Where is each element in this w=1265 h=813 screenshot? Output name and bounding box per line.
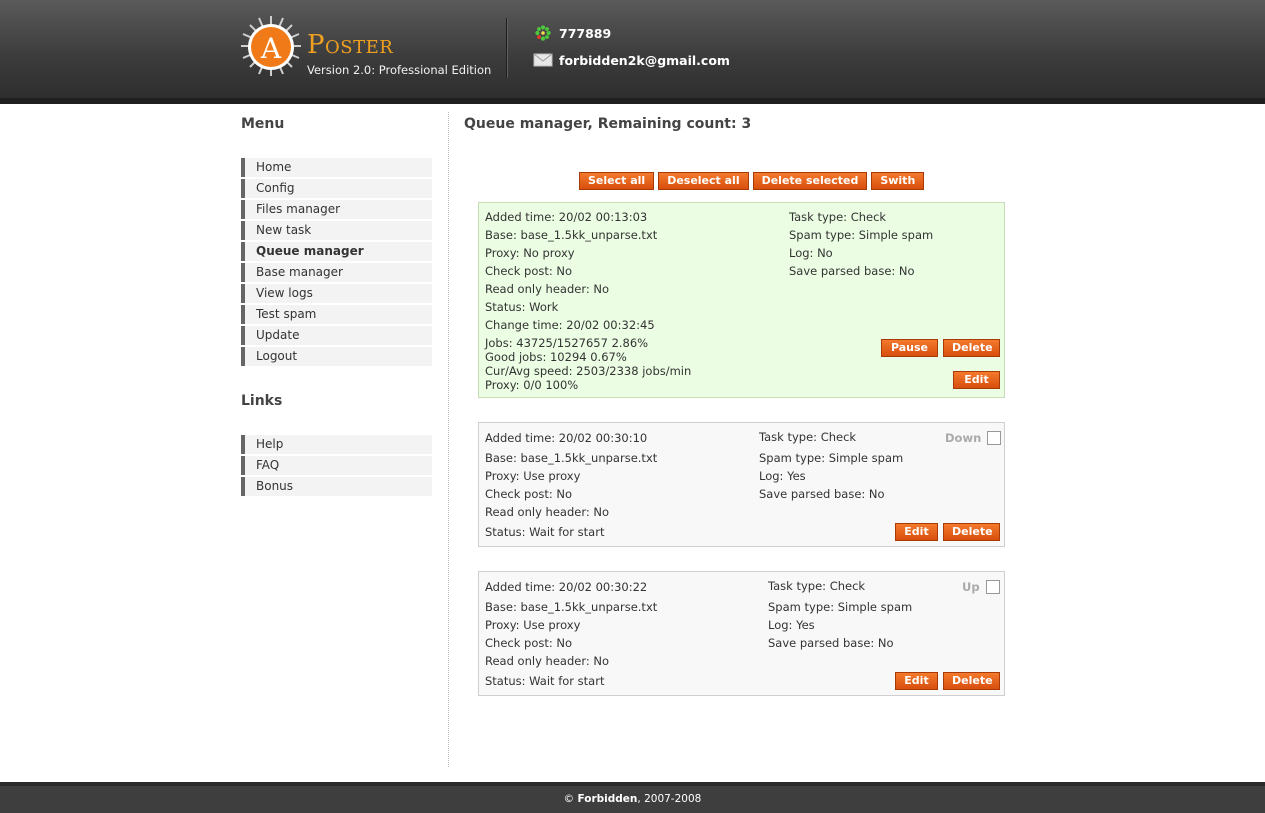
copyright-symbol: © xyxy=(563,793,575,805)
move-down-checkbox[interactable] xyxy=(987,431,1002,445)
footer-years: , 2007-2008 xyxy=(637,793,702,805)
task-log: Log: No xyxy=(789,246,833,260)
task-save-parsed: Save parsed base: No xyxy=(768,636,894,650)
logo-word: Poster xyxy=(307,30,394,60)
menu-item-config[interactable]: Config xyxy=(241,179,432,198)
task-status: Status: Work xyxy=(485,300,559,314)
email-address[interactable]: forbidden2k@gmail.com xyxy=(559,53,730,68)
menu-item-view-logs[interactable]: View logs xyxy=(241,284,432,303)
link-help[interactable]: Help xyxy=(241,435,432,454)
menu-item-test-spam[interactable]: Test spam xyxy=(241,305,432,324)
select-all-button[interactable]: Select all xyxy=(579,172,655,190)
task-card: Added time: 20/02 00:13:03 Base: base_1.… xyxy=(478,202,1005,398)
task-base: Base: base_1.5kk_unparse.txt xyxy=(485,600,658,614)
icq-flower-icon xyxy=(535,25,551,41)
task-spam-type: Spam type: Simple spam xyxy=(759,451,904,465)
queue-toolbar: Select all Deselect all Delete selected … xyxy=(579,172,925,190)
menu-item-new-task[interactable]: New task xyxy=(241,221,432,240)
delete-button[interactable]: Delete xyxy=(943,339,1000,357)
task-added-time: Added time: 20/02 00:13:03 xyxy=(485,210,648,224)
version-text: Version 2.0: Professional Edition xyxy=(307,63,492,77)
task-added-time: Added time: 20/02 00:30:22 xyxy=(485,580,648,594)
task-proxy: Proxy: No proxy xyxy=(485,246,575,260)
delete-button[interactable]: Delete xyxy=(943,672,1000,690)
task-base: Base: base_1.5kk_unparse.txt xyxy=(485,451,658,465)
edit-button[interactable]: Edit xyxy=(895,523,938,541)
deselect-all-button[interactable]: Deselect all xyxy=(658,172,749,190)
logo-letter: A xyxy=(260,32,282,65)
task-good-jobs: Good jobs: 10294 0.67% xyxy=(485,350,627,364)
task-type: Task type: Check xyxy=(768,579,866,593)
task-proxy-stat: Proxy: 0/0 100% xyxy=(485,378,579,392)
sun-logo-icon: A xyxy=(241,16,301,76)
task-type: Task type: Check xyxy=(789,210,887,224)
task-speed: Cur/Avg speed: 2503/2338 jobs/min xyxy=(485,364,692,378)
swith-button[interactable]: Swith xyxy=(871,172,925,190)
task-status: Status: Wait for start xyxy=(485,674,605,688)
task-spam-type: Spam type: Simple spam xyxy=(768,600,913,614)
task-jobs: Jobs: 43725/1527657 2.86% xyxy=(485,336,649,350)
edit-button[interactable]: Edit xyxy=(953,371,1000,389)
task-read-only-header: Read only header: No xyxy=(485,505,610,519)
main-menu: Home Config Files manager New task Queue… xyxy=(241,158,432,368)
links-title: Links xyxy=(241,393,283,409)
link-bonus[interactable]: Bonus xyxy=(241,477,432,496)
move-up-checkbox[interactable] xyxy=(985,580,1000,594)
task-save-parsed: Save parsed base: No xyxy=(789,264,915,278)
menu-item-base-manager[interactable]: Base manager xyxy=(241,263,432,282)
task-proxy: Proxy: Use proxy xyxy=(485,469,581,483)
move-down-control[interactable]: Down xyxy=(945,431,1002,445)
footer-author: Forbidden xyxy=(577,793,638,805)
task-status: Status: Wait for start xyxy=(485,525,605,539)
icq-number: 777889 xyxy=(559,25,612,41)
edit-button[interactable]: Edit xyxy=(895,672,938,690)
header: A Poster Version 2.0: Professional Editi… xyxy=(0,0,1265,104)
task-proxy: Proxy: Use proxy xyxy=(485,618,581,632)
delete-button[interactable]: Delete xyxy=(943,523,1000,541)
task-log: Log: Yes xyxy=(759,469,806,483)
menu-item-home[interactable]: Home xyxy=(241,158,432,177)
page-title: Queue manager, Remaining count: 3 xyxy=(464,116,752,132)
task-read-only-header: Read only header: No xyxy=(485,654,610,668)
task-read-only-header: Read only header: No xyxy=(485,282,610,296)
move-up-label: Up xyxy=(962,580,980,594)
envelope-icon xyxy=(533,53,553,67)
icq-contact: 777889 xyxy=(533,25,611,41)
move-down-label: Down xyxy=(945,431,982,445)
task-log: Log: Yes xyxy=(768,618,815,632)
pause-button[interactable]: Pause xyxy=(881,339,938,357)
task-change-time: Change time: 20/02 00:32:45 xyxy=(485,318,655,332)
menu-item-update[interactable]: Update xyxy=(241,326,432,345)
task-base: Base: base_1.5kk_unparse.txt xyxy=(485,228,658,242)
task-check-post: Check post: No xyxy=(485,487,573,501)
task-spam-type: Spam type: Simple spam xyxy=(789,228,934,242)
header-divider xyxy=(506,18,508,78)
email-contact: forbidden2k@gmail.com xyxy=(533,52,730,68)
link-faq[interactable]: FAQ xyxy=(241,456,432,475)
menu-item-queue-manager[interactable]: Queue manager xyxy=(241,242,432,261)
footer: © Forbidden, 2007-2008 xyxy=(0,782,1265,813)
task-check-post: Check post: No xyxy=(485,636,573,650)
task-added-time: Added time: 20/02 00:30:10 xyxy=(485,431,648,445)
menu-item-files-manager[interactable]: Files manager xyxy=(241,200,432,219)
task-card: Added time: 20/02 00:30:22 Base: base_1.… xyxy=(478,571,1005,696)
links-menu: Help FAQ Bonus xyxy=(241,435,432,498)
menu-title: Menu xyxy=(241,116,285,132)
task-type: Task type: Check xyxy=(759,430,857,444)
task-check-post: Check post: No xyxy=(485,264,573,278)
delete-selected-button[interactable]: Delete selected xyxy=(752,172,868,190)
task-card: Added time: 20/02 00:30:10 Base: base_1.… xyxy=(478,422,1005,547)
menu-item-logout[interactable]: Logout xyxy=(241,347,432,366)
task-save-parsed: Save parsed base: No xyxy=(759,487,885,501)
move-up-control[interactable]: Up xyxy=(962,580,1000,594)
sidebar-divider xyxy=(448,112,449,767)
